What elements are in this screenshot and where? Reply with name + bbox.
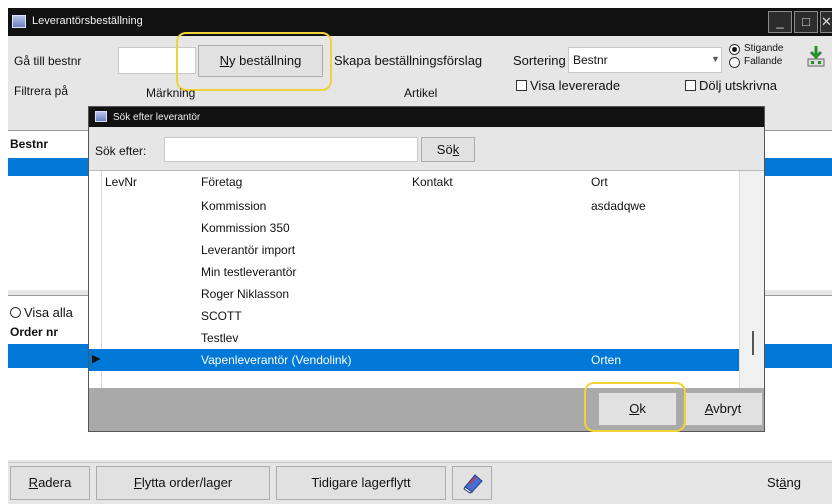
row-company: Roger Niklasson bbox=[201, 287, 290, 301]
row-pointer-icon: ▶ bbox=[92, 353, 101, 365]
list-item[interactable]: Testlev bbox=[89, 327, 739, 349]
search-input[interactable] bbox=[164, 137, 418, 162]
earlier-move-button[interactable]: Tidigare lagerflytt bbox=[276, 466, 446, 500]
hide-printed-checkbox[interactable] bbox=[685, 80, 696, 91]
row-company: Leverantör import bbox=[201, 243, 296, 257]
minimize-button[interactable]: _ bbox=[768, 11, 792, 33]
window-title: Leverantörsbeställning bbox=[32, 15, 143, 27]
marking-label: Märkning bbox=[146, 86, 196, 100]
close-accel: ä bbox=[779, 475, 787, 490]
sort-select[interactable]: Bestnr ▼ bbox=[568, 47, 722, 73]
list-item-selected[interactable]: ▶ Vapenleverantör (Vendolink) Orten bbox=[89, 349, 739, 371]
list-item[interactable]: Leverantör import bbox=[89, 239, 739, 261]
hide-printed-label: Dölj utskrivna bbox=[699, 78, 778, 93]
list-header: LevNr Företag Kontakt Ort bbox=[89, 171, 739, 195]
row-city: Orten bbox=[591, 353, 622, 367]
search-button-pre: Sö bbox=[436, 142, 453, 157]
bestnr-header[interactable]: Bestnr bbox=[10, 137, 48, 151]
move-order-button[interactable]: Flytta order/lager bbox=[96, 466, 270, 500]
sort-ascending-radio[interactable] bbox=[729, 44, 740, 55]
eraser-button[interactable] bbox=[452, 466, 492, 500]
close-button[interactable]: Stäng bbox=[740, 466, 828, 500]
row-city: asdadqwe bbox=[591, 199, 646, 213]
article-label: Artikel bbox=[404, 86, 438, 100]
list-item[interactable]: Kommission 350 bbox=[89, 217, 739, 239]
goto-label: Gå till bestnr bbox=[14, 54, 82, 68]
sort-descending-radio[interactable] bbox=[729, 57, 740, 68]
list-item[interactable]: SCOTT bbox=[89, 305, 739, 327]
sort-value: Bestnr bbox=[573, 53, 608, 67]
dialog-title: Sök efter leverantör bbox=[113, 112, 201, 123]
close-rest: ng bbox=[786, 475, 801, 490]
maximize-button[interactable]: □ bbox=[794, 11, 818, 33]
list-item[interactable]: Kommission asdadqwe bbox=[89, 195, 739, 217]
app-icon bbox=[12, 15, 26, 28]
dropdown-arrow-icon[interactable]: ▼ bbox=[711, 54, 720, 64]
sort-label: Sortering bbox=[513, 53, 566, 68]
window-titlebar: Leverantörsbeställning _ □ ✕ bbox=[8, 8, 832, 36]
cancel-accel: A bbox=[704, 401, 714, 416]
list-item[interactable]: Min testleverantör bbox=[89, 261, 739, 283]
row-company: Min testleverantör bbox=[201, 265, 297, 279]
download-icon[interactable] bbox=[806, 44, 826, 68]
order-nr-header[interactable]: Order nr bbox=[10, 325, 58, 339]
row-company: Vapenleverantör (Vendolink) bbox=[201, 353, 352, 367]
show-delivered-checkbox[interactable] bbox=[516, 80, 527, 91]
scrollbar-thumb[interactable] bbox=[752, 331, 754, 355]
cancel-button[interactable]: Avbryt bbox=[683, 392, 763, 426]
move-accel: F bbox=[133, 475, 142, 490]
highlight-new-order bbox=[176, 32, 332, 91]
row-company: SCOTT bbox=[201, 309, 242, 323]
cancel-label: vbryt bbox=[713, 401, 742, 416]
close-pre: St bbox=[767, 475, 780, 490]
col-kontakt[interactable]: Kontakt bbox=[412, 175, 453, 189]
row-company: Testlev bbox=[201, 331, 239, 345]
list-scrollbar[interactable] bbox=[739, 171, 764, 389]
highlight-ok bbox=[584, 382, 686, 432]
delete-label: adera bbox=[38, 475, 72, 490]
filter-label: Filtrera på bbox=[14, 84, 69, 98]
show-delivered-label: Visa levererade bbox=[530, 78, 621, 93]
search-button[interactable]: Sök bbox=[421, 137, 475, 162]
supplier-list[interactable]: LevNr Företag Kontakt Ort Kommission asd… bbox=[89, 170, 764, 389]
move-label: lytta order/lager bbox=[141, 475, 233, 490]
row-company: Kommission 350 bbox=[201, 221, 290, 235]
eraser-icon bbox=[463, 474, 483, 494]
delete-accel: R bbox=[28, 475, 39, 490]
col-ort[interactable]: Ort bbox=[591, 175, 608, 189]
show-all-radio[interactable] bbox=[10, 307, 21, 318]
col-levnr[interactable]: LevNr bbox=[105, 175, 137, 189]
suggest-button[interactable]: Skapa beställningsförslag bbox=[334, 53, 482, 68]
delete-button[interactable]: Radera bbox=[10, 466, 90, 500]
list-item[interactable]: Roger Niklasson bbox=[89, 283, 739, 305]
search-label: Sök efter: bbox=[95, 144, 147, 158]
descending-label: Fallande bbox=[744, 56, 783, 67]
col-foretag[interactable]: Företag bbox=[201, 175, 242, 189]
dialog-titlebar: Sök efter leverantör bbox=[89, 107, 764, 127]
ascending-label: Stigande bbox=[744, 43, 784, 54]
show-all-label: Visa alla bbox=[24, 305, 73, 320]
close-window-button[interactable]: ✕ bbox=[820, 11, 832, 33]
row-company: Kommission bbox=[201, 199, 267, 213]
dialog-app-icon bbox=[95, 111, 107, 122]
search-button-accel: k bbox=[452, 142, 460, 157]
